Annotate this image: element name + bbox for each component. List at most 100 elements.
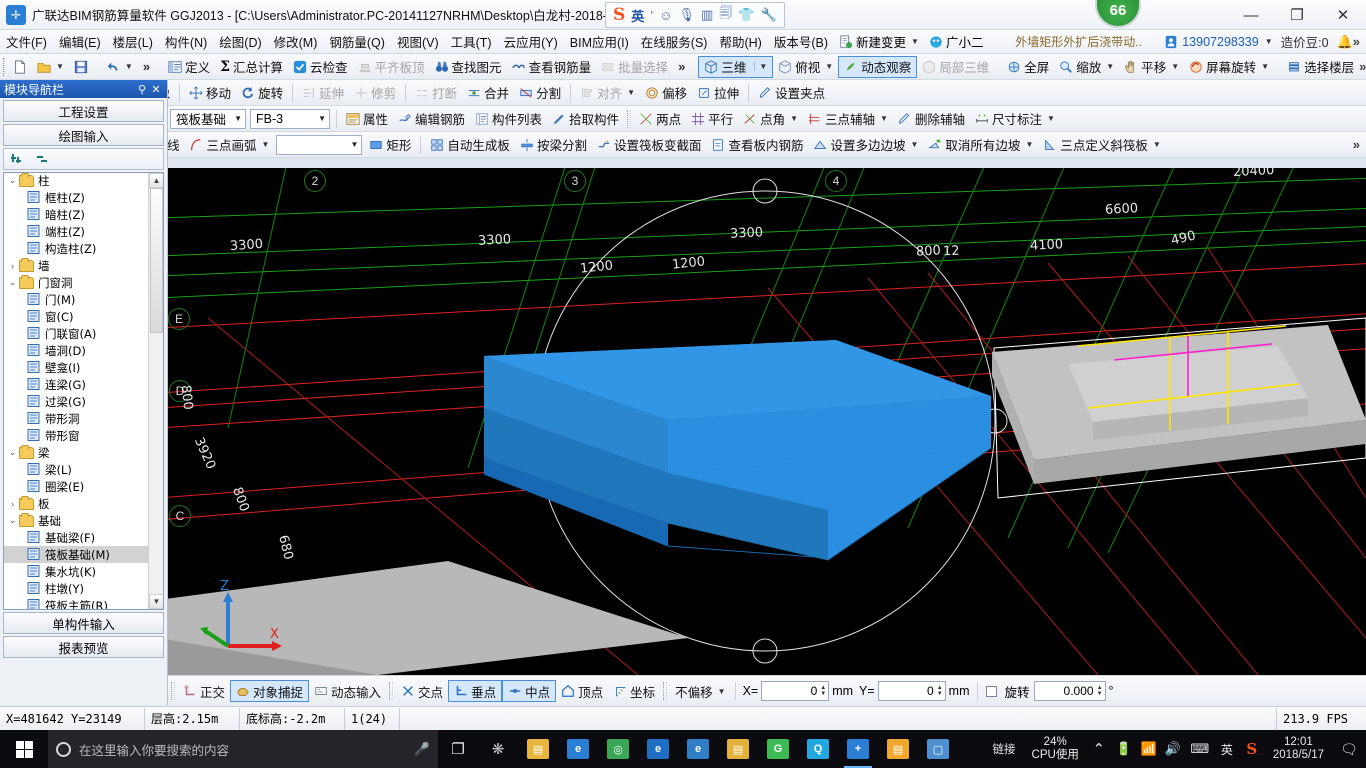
single-component-input-button[interactable]: 单构件输入	[3, 612, 164, 634]
chevron-down-icon[interactable]: ▼	[350, 140, 358, 149]
tree-folder[interactable]: › 墙	[4, 257, 148, 274]
scroll-thumb[interactable]	[150, 188, 163, 333]
menu-item-modify[interactable]: 修改(M)	[268, 29, 324, 54]
perpendicular-snap-button[interactable]: 垂点	[448, 680, 503, 702]
ime-en-icon[interactable]: 英	[1215, 730, 1239, 768]
chevron-down-icon[interactable]: ▼	[125, 62, 133, 71]
chevron-right-icon[interactable]: ›	[6, 261, 19, 271]
scroll-up-button[interactable]: ▲	[149, 173, 163, 188]
component-select[interactable]: FB-3 ▼	[250, 108, 330, 129]
chevron-down-icon[interactable]: ▼	[261, 140, 269, 149]
close-icon[interactable]: ✕	[149, 83, 163, 96]
chevron-down-icon[interactable]: ▼	[718, 687, 726, 696]
object-snap-button[interactable]: 对象捕捉	[230, 680, 310, 702]
tree-item[interactable]: 窗(C)	[4, 308, 148, 325]
chevron-down-icon[interactable]: ▼	[56, 62, 64, 71]
clock[interactable]: 12:01 2018/5/17	[1265, 736, 1332, 762]
component-type-select[interactable]: 筏板基础 ▼	[170, 108, 246, 129]
rotate-checkbox[interactable]	[985, 685, 997, 697]
toolbar4-overflow[interactable]: »	[1353, 137, 1360, 152]
chevron-down-icon[interactable]: ▼	[1265, 37, 1273, 46]
chevron-down-icon[interactable]: ▼	[1171, 62, 1179, 71]
component-tree[interactable]: ⌄ 柱框柱(Z) 暗柱(Z) 端柱(Z) 构造柱(Z) › 墙 ⌄ 门窗洞 门(M) 窗(C) 门联窗…	[3, 172, 164, 610]
pan-button[interactable]: 平移 ▼	[1119, 56, 1184, 78]
start-button[interactable]	[0, 730, 48, 768]
view-slab-rebar-button[interactable]: 查看板内钢筋	[706, 134, 808, 156]
chevron-up-icon[interactable]: ⌃	[1087, 730, 1111, 768]
chevron-down-icon[interactable]: ⌄	[6, 447, 19, 458]
menu-item-edit[interactable]: 编辑(E)	[53, 29, 107, 54]
define-button[interactable]: 定义	[163, 56, 215, 78]
notice-ticker[interactable]: 外墙矩形外扩后浇带动..	[1015, 33, 1142, 50]
axis-bubble-C[interactable]: C	[169, 505, 191, 527]
chevron-down-icon[interactable]: ⌄	[6, 175, 19, 186]
dimension-button[interactable]: 尺寸标注 ▼	[970, 108, 1060, 130]
tree-folder[interactable]: › 板	[4, 495, 148, 512]
cpu-usage[interactable]: 24% CPU使用	[1024, 736, 1087, 762]
three-point-slope-raft-button[interactable]: 三点定义斜筏板 ▼	[1038, 134, 1165, 156]
rotate-input[interactable]: 0.000 ▲ ▼	[1033, 681, 1106, 701]
3d-viewport[interactable]: 2 3 4 E D C 3300 3300 3300 1200 1200 660…	[168, 168, 1366, 675]
chevron-down-icon[interactable]: ▼	[1261, 62, 1269, 71]
tree-item[interactable]: 筏板主筋(R)	[4, 597, 148, 609]
notification-icon[interactable]: 🗨	[1332, 730, 1366, 768]
new-change-button[interactable]: 新建变更 ▼	[834, 30, 924, 53]
task-view-button[interactable]: ❐	[438, 730, 478, 768]
set-grip-button[interactable]: 设置夹点	[753, 82, 830, 104]
keyboard-icon[interactable]: ⌨	[1185, 730, 1215, 768]
menu-item-tools[interactable]: 工具(T)	[445, 29, 498, 54]
cancel-slope-button[interactable]: 取消所有边坡 ▼	[923, 134, 1038, 156]
menu-overflow-button[interactable]: »	[1353, 34, 1360, 49]
edge2-icon[interactable]: e	[638, 730, 678, 768]
axis-bubble-E[interactable]: E	[168, 308, 190, 330]
two-point-axis-button[interactable]: 两点	[634, 108, 686, 130]
tree-item[interactable]: 墙洞(D)	[4, 342, 148, 359]
three-point-axis-button[interactable]: 三点辅轴 ▼	[803, 108, 893, 130]
account-button[interactable]: 13907298339 ▼	[1164, 35, 1273, 49]
security-icon[interactable]: ◎	[598, 730, 638, 768]
move-button[interactable]: 移动	[184, 82, 236, 104]
axis-bubble-4[interactable]: 4	[825, 170, 847, 192]
x-spinner[interactable]: ▲ ▼	[820, 685, 826, 697]
tree-item[interactable]: 门(M)	[4, 291, 148, 308]
mic-icon[interactable]: 🎤	[414, 742, 430, 757]
point-angle-axis-button[interactable]: 点角 ▼	[738, 108, 803, 130]
scroll-down-button[interactable]: ▼	[149, 594, 163, 609]
score-badge[interactable]: 66	[1095, 0, 1141, 28]
ime-mode-label[interactable]: 英	[631, 6, 644, 25]
tree-item[interactable]: 过梁(G)	[4, 393, 148, 410]
ggj-icon[interactable]: +	[838, 730, 878, 768]
user-button[interactable]: 广小二	[924, 30, 989, 53]
toolbar1-more[interactable]: »	[1359, 59, 1366, 74]
ie-icon[interactable]: e	[678, 730, 718, 768]
tree-folder[interactable]: ⌄ 基础	[4, 512, 148, 529]
auto-slab-button[interactable]: 自动生成板	[425, 134, 515, 156]
tree-item[interactable]: 集水坑(K)	[4, 563, 148, 580]
quick-access-overflow[interactable]: »	[138, 59, 155, 74]
sogou-app-icon[interactable]: ❋	[478, 730, 518, 768]
battery-icon[interactable]: 🔋	[1111, 730, 1137, 768]
properties-button[interactable]: 属性	[341, 108, 393, 130]
rect-tool-button[interactable]: 矩形	[364, 134, 416, 156]
screen-rotate-button[interactable]: 屏幕旋转 ▼	[1184, 56, 1274, 78]
view-3d-button[interactable]: 三维 ▼	[698, 55, 774, 78]
chevron-down-icon[interactable]: ▼	[911, 140, 919, 149]
select-floor-button[interactable]: 选择楼层	[1282, 56, 1359, 78]
x-offset-input[interactable]: 0 ▲ ▼	[761, 681, 830, 701]
delete-axis-button[interactable]: 删除辅轴	[893, 108, 970, 130]
chevron-down-icon[interactable]: ▼	[234, 114, 242, 123]
chevron-down-icon[interactable]: ▼	[318, 114, 326, 123]
wrench-icon[interactable]: 🔧	[760, 7, 776, 23]
toolbar-grip[interactable]	[3, 57, 5, 76]
dynamic-input-button[interactable]: 动态输入	[309, 680, 386, 702]
find-element-button[interactable]: 查找图元	[430, 56, 507, 78]
menu-item-cloud[interactable]: 云应用(Y)	[498, 29, 564, 54]
toolbar-grip[interactable]	[663, 682, 668, 700]
offset-mode-select[interactable]: 不偏移 ▼	[670, 680, 730, 702]
menu-item-floor[interactable]: 楼层(L)	[107, 29, 159, 54]
volume-icon[interactable]: 🔊	[1161, 730, 1185, 768]
tree-item[interactable]: 基础梁(F)	[4, 529, 148, 546]
line-style-select[interactable]: ▼	[276, 134, 363, 155]
collapse-all-icon[interactable]	[36, 152, 54, 166]
file-explorer-icon[interactable]: ▤	[518, 730, 558, 768]
